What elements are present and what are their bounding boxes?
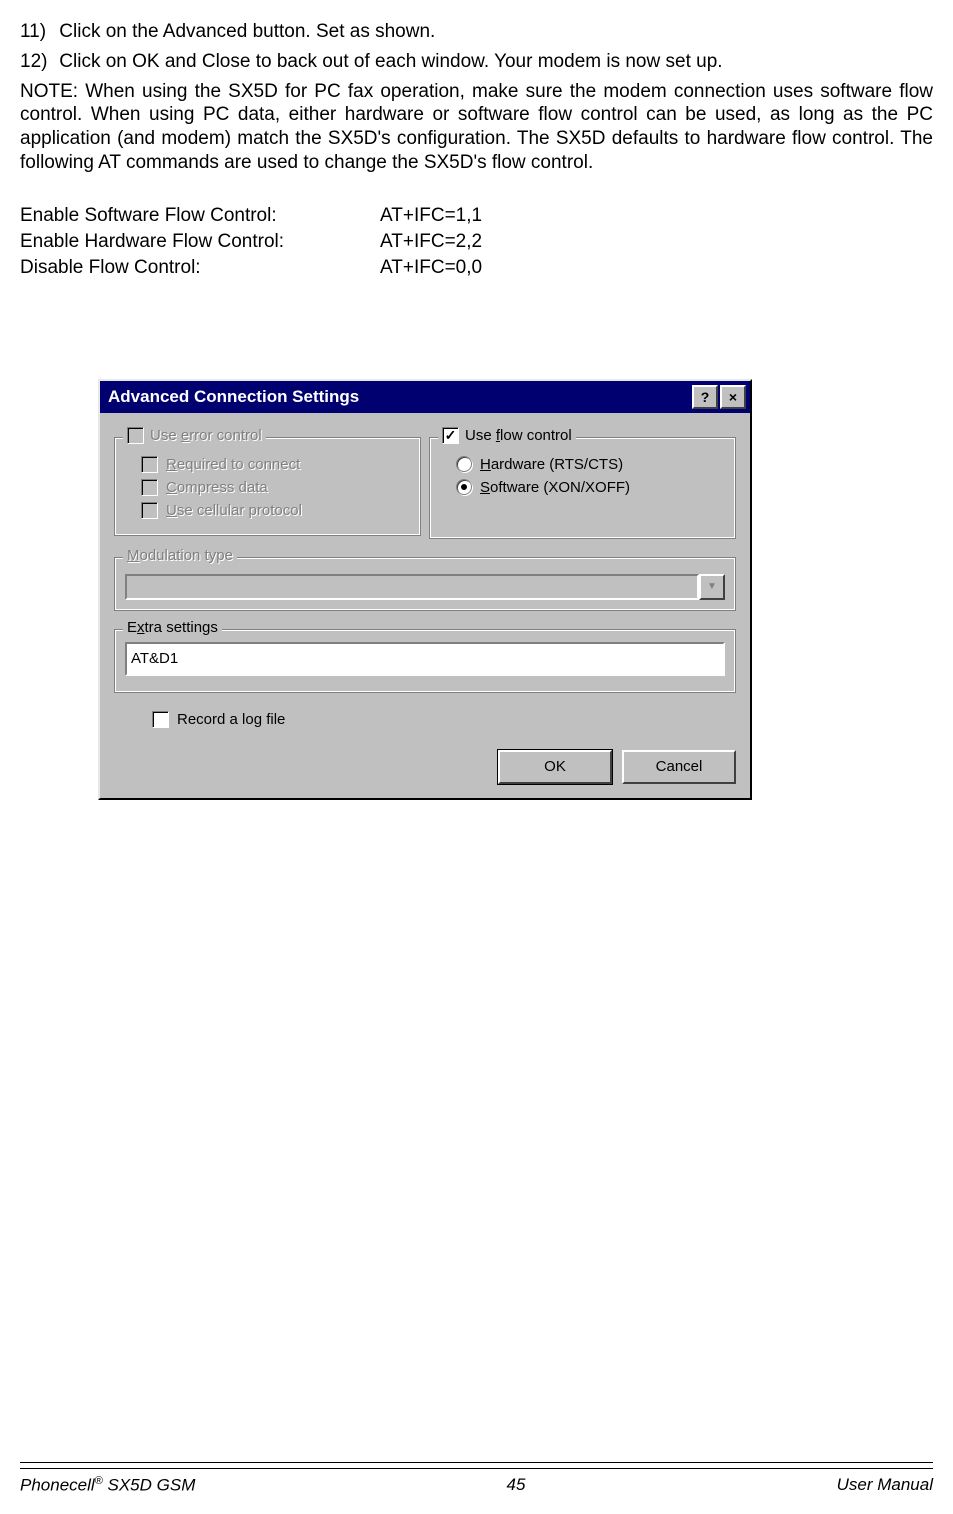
compress-data-checkbox[interactable] [141, 479, 158, 496]
cmd-value: AT+IFC=0,0 [380, 257, 482, 279]
titlebar[interactable]: Advanced Connection Settings ? × [100, 381, 750, 413]
extra-settings-input[interactable]: AT&D1 [125, 642, 725, 676]
use-cellular-protocol-row: Use cellular protocol [141, 502, 410, 519]
required-to-connect-row: Required to connect [141, 456, 410, 473]
cmd-label: Enable Software Flow Control: [20, 205, 380, 227]
cmd-label: Disable Flow Control: [20, 257, 380, 279]
record-log-checkbox[interactable] [152, 711, 169, 728]
cmd-label: Enable Hardware Flow Control: [20, 231, 380, 253]
cmd-value: AT+IFC=2,2 [380, 231, 482, 253]
use-flow-control-checkbox[interactable] [442, 427, 459, 444]
modulation-type-group: Modulation type ▼ [114, 557, 736, 611]
note-paragraph: NOTE: When using the SX5D for PC fax ope… [20, 80, 933, 175]
cancel-button[interactable]: Cancel [622, 750, 736, 784]
use-cellular-protocol-checkbox[interactable] [141, 502, 158, 519]
dialog-title: Advanced Connection Settings [108, 387, 690, 407]
footer-left: Phonecell® SX5D GSM [20, 1475, 195, 1496]
close-button[interactable]: × [720, 385, 746, 409]
cmd-row: Enable Hardware Flow Control: AT+IFC=2,2 [20, 231, 933, 253]
footer-page-number: 45 [507, 1475, 526, 1496]
advanced-connection-settings-dialog: Advanced Connection Settings ? × Use err… [98, 379, 752, 800]
required-to-connect-checkbox[interactable] [141, 456, 158, 473]
error-control-legend: Use error control [123, 427, 266, 444]
step-12: 12) Click on OK and Close to back out of… [20, 50, 933, 74]
page-footer: Phonecell® SX5D GSM 45 User Manual [20, 1462, 933, 1496]
footer-right: User Manual [837, 1475, 933, 1496]
cmd-row: Enable Software Flow Control: AT+IFC=1,1 [20, 205, 933, 227]
modulation-type-legend: Modulation type [123, 547, 237, 564]
cmd-value: AT+IFC=1,1 [380, 205, 482, 227]
hardware-radio[interactable] [456, 456, 472, 472]
modulation-type-dropdown[interactable]: ▼ [125, 574, 725, 600]
extra-settings-value: AT&D1 [131, 650, 178, 667]
use-error-control-checkbox[interactable] [127, 427, 144, 444]
record-log-row: Record a log file [152, 711, 736, 728]
software-flow-row: Software (XON/XOFF) [456, 479, 725, 496]
extra-settings-legend: Extra settings [123, 619, 222, 636]
flow-control-legend: Use flow control [438, 427, 576, 444]
chevron-down-icon[interactable]: ▼ [699, 574, 725, 600]
compress-data-row: Compress data [141, 479, 410, 496]
step-11-text: Click on the Advanced button. Set as sho… [59, 21, 435, 42]
flow-control-commands: Enable Software Flow Control: AT+IFC=1,1… [20, 205, 933, 279]
step-12-num: 12) [20, 50, 54, 74]
help-button[interactable]: ? [692, 385, 718, 409]
hardware-flow-row: Hardware (RTS/CTS) [456, 456, 725, 473]
step-11-num: 11) [20, 20, 54, 44]
step-11: 11) Click on the Advanced button. Set as… [20, 20, 933, 44]
software-radio[interactable] [456, 479, 472, 495]
record-log-label: Record a log file [177, 711, 285, 728]
modulation-type-field [125, 574, 699, 600]
flow-control-group: Use flow control Hardware (RTS/CTS) Soft… [429, 437, 736, 539]
ok-button[interactable]: OK [498, 750, 612, 784]
cmd-row: Disable Flow Control: AT+IFC=0,0 [20, 257, 933, 279]
dialog-buttons: OK Cancel [100, 750, 750, 798]
extra-settings-group: Extra settings AT&D1 [114, 629, 736, 693]
step-12-text: Click on OK and Close to back out of eac… [59, 51, 722, 72]
error-control-group: Use error control Required to connect Co… [114, 437, 421, 536]
